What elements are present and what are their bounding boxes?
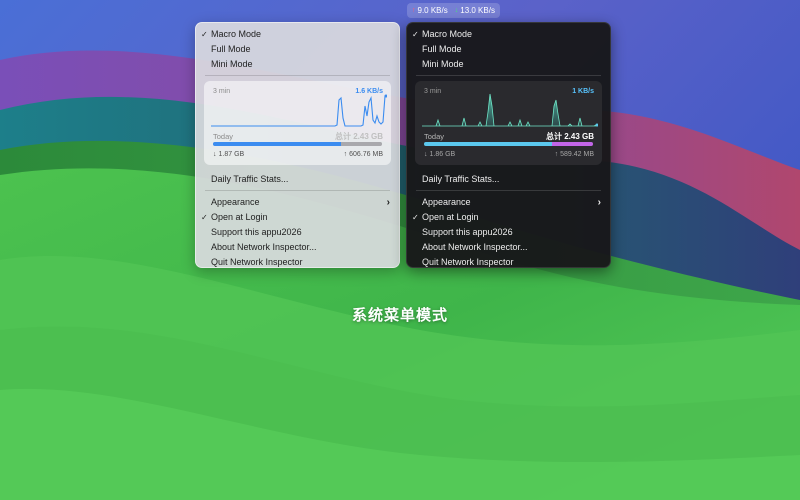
- today-label: Today: [213, 132, 234, 141]
- menu-item-label: About Network Inspector...: [211, 242, 317, 252]
- upload-rate: 9.0 KB/s: [417, 6, 448, 15]
- traffic-sparkline: [211, 94, 387, 127]
- menu-item-macro-mode[interactable]: ✓ Macro Mode: [196, 27, 399, 42]
- page-caption: 系统菜单模式: [351, 307, 448, 324]
- menu-item-label: Support this appu2026: [211, 227, 302, 237]
- menu-item-macro-mode[interactable]: ✓ Macro Mode: [407, 27, 610, 42]
- menu-item-appearance[interactable]: Appearance ›: [407, 195, 610, 210]
- chevron-right-icon: ›: [386, 197, 390, 208]
- menu-item-label: Quit Network Inspector: [422, 257, 514, 267]
- upload-total-item: ↑ 606.76 MB: [344, 151, 383, 158]
- download-rate-item: ↓ 13.0 KB/s: [455, 6, 495, 15]
- menu-item-label: Appearance: [422, 197, 471, 207]
- menu-item-quit[interactable]: Quit Network Inspector: [407, 255, 610, 270]
- arrow-up-icon: ↑: [343, 151, 348, 158]
- menu-item-label: Mini Mode: [422, 59, 464, 69]
- menu-item-label: Full Mode: [211, 44, 251, 54]
- desktop-wallpaper: [0, 0, 800, 500]
- menu-item-label: Macro Mode: [211, 29, 262, 39]
- menu-item-label: Open at Login: [211, 212, 268, 222]
- dark-theme-menu: ✓ Macro Mode Full Mode Mini Mode 3 min 1…: [406, 22, 611, 268]
- check-icon: ✓: [201, 30, 208, 39]
- download-rate: 13.0 KB/s: [460, 6, 495, 15]
- check-icon: ✓: [201, 213, 208, 222]
- menu-separator: [205, 75, 390, 76]
- menu-item-daily-traffic-stats[interactable]: Daily Traffic Stats...: [407, 172, 610, 187]
- menu-item-label: Support this appu2026: [422, 227, 513, 237]
- menu-item-daily-traffic-stats[interactable]: Daily Traffic Stats...: [196, 172, 399, 187]
- traffic-chart-panel: 3 min 1.6 KB/s Today 总计 2.43 GB ↓ 1.87 G…: [204, 81, 391, 165]
- menu-separator: [416, 75, 601, 76]
- menu-item-label: Macro Mode: [422, 29, 473, 39]
- chevron-right-icon: ›: [597, 197, 601, 208]
- upload-rate-item: ↑ 9.0 KB/s: [412, 6, 448, 15]
- upload-total: 606.76 MB: [349, 151, 383, 158]
- menu-item-appearance[interactable]: Appearance ›: [196, 195, 399, 210]
- menu-item-about[interactable]: About Network Inspector...: [407, 240, 610, 255]
- traffic-ratio-bar: [213, 142, 382, 146]
- menu-separator: [205, 190, 390, 191]
- arrow-up-icon: ↑: [412, 7, 416, 14]
- menu-item-label: Appearance: [211, 197, 260, 207]
- arrow-up-icon: ↑: [554, 151, 559, 158]
- download-share-bar: [213, 142, 342, 146]
- today-total: 总计 2.43 GB: [545, 132, 594, 141]
- menu-item-support[interactable]: Support this appu2026: [407, 225, 610, 240]
- menu-item-quit[interactable]: Quit Network Inspector: [196, 255, 399, 270]
- check-icon: ✓: [412, 30, 419, 39]
- menu-item-open-at-login[interactable]: ✓ Open at Login: [407, 210, 610, 225]
- upload-total-item: ↑ 589.42 MB: [555, 151, 594, 158]
- menu-item-support[interactable]: Support this appu2026: [196, 225, 399, 240]
- menu-item-label: Daily Traffic Stats...: [211, 174, 289, 184]
- download-total-item: ↓ 1.86 GB: [424, 151, 455, 158]
- menu-item-mini-mode[interactable]: Mini Mode: [196, 57, 399, 72]
- menu-item-about[interactable]: About Network Inspector...: [196, 240, 399, 255]
- menu-item-label: Quit Network Inspector: [211, 257, 303, 267]
- menu-item-full-mode[interactable]: Full Mode: [196, 42, 399, 57]
- traffic-chart-panel: 3 min 1 KB/s Today 总计 2.43 GB ↓ 1.86 GB …: [415, 81, 602, 165]
- menu-item-label: Full Mode: [422, 44, 462, 54]
- download-share-bar: [424, 142, 553, 146]
- download-total: 1.86 GB: [429, 151, 456, 158]
- traffic-sparkline: [422, 93, 598, 127]
- menu-item-full-mode[interactable]: Full Mode: [407, 42, 610, 57]
- check-icon: ✓: [412, 213, 419, 222]
- upload-share-bar: [341, 142, 382, 146]
- today-label: Today: [424, 132, 445, 141]
- arrow-down-icon: ↓: [213, 151, 217, 158]
- download-total-item: ↓ 1.87 GB: [213, 151, 244, 158]
- menu-item-mini-mode[interactable]: Mini Mode: [407, 57, 610, 72]
- upload-total: 589.42 MB: [560, 151, 594, 158]
- menu-item-label: Open at Login: [422, 212, 479, 222]
- menu-item-label: About Network Inspector...: [422, 242, 528, 252]
- menu-separator: [416, 190, 601, 191]
- menubar-network-status[interactable]: ↑ 9.0 KB/s ↓ 13.0 KB/s: [407, 3, 500, 18]
- light-theme-menu: ✓ Macro Mode Full Mode Mini Mode 3 min 1…: [195, 22, 400, 268]
- menu-item-open-at-login[interactable]: ✓ Open at Login: [196, 210, 399, 225]
- today-total: 总计 2.43 GB: [334, 132, 383, 141]
- menu-item-label: Daily Traffic Stats...: [422, 174, 500, 184]
- download-total: 1.87 GB: [218, 151, 245, 158]
- arrow-down-icon: ↓: [454, 7, 459, 14]
- arrow-down-icon: ↓: [424, 151, 428, 158]
- menu-item-label: Mini Mode: [211, 59, 253, 69]
- traffic-ratio-bar: [424, 142, 593, 146]
- upload-share-bar: [552, 142, 593, 146]
